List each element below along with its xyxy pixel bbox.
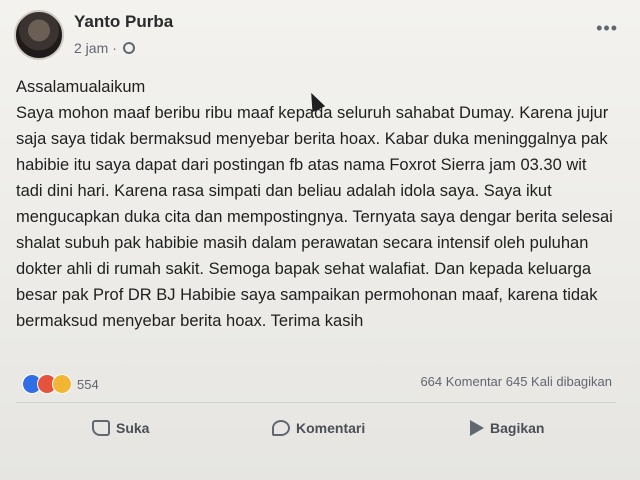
facebook-post-card: Yanto Purba 2 jam · ••• Assalamualaikum … (0, 0, 640, 480)
thumbs-up-icon (92, 420, 110, 436)
globe-icon (122, 42, 135, 54)
divider (16, 402, 616, 403)
share-arrow-icon (470, 420, 484, 436)
comment-bubble-icon (272, 420, 290, 436)
comment-count[interactable]: 664 Komentar (420, 374, 502, 389)
share-label: Bagikan (490, 420, 545, 436)
post-meta: 2 jam · (74, 40, 135, 56)
post-time[interactable]: 2 jam (74, 40, 108, 56)
author-avatar[interactable] (14, 10, 64, 60)
reactions-summary[interactable]: 554 (22, 374, 99, 394)
share-count[interactable]: 645 Kali dibagikan (506, 374, 612, 389)
post-header: Yanto Purba 2 jam · ••• (14, 8, 626, 64)
comment-label: Komentari (296, 420, 366, 436)
comment-share-counts: 664 Komentar 645 Kali dibagikan (420, 374, 612, 389)
comment-button[interactable]: Komentari (272, 420, 365, 436)
post-actions: Suka Komentari Bagikan (0, 412, 640, 452)
post-stats: 554 664 Komentar 645 Kali dibagikan (22, 372, 612, 398)
reaction-count: 554 (77, 376, 99, 392)
author-name[interactable]: Yanto Purba (74, 12, 173, 32)
haha-reaction-icon (52, 374, 72, 394)
like-label: Suka (116, 420, 150, 436)
post-body: Assalamualaikum Saya mohon maaf beribu r… (16, 78, 613, 330)
more-options-icon[interactable]: ••• (596, 18, 618, 39)
share-button[interactable]: Bagikan (470, 420, 544, 436)
dot-separator: · (112, 40, 117, 56)
like-button[interactable]: Suka (92, 420, 149, 436)
